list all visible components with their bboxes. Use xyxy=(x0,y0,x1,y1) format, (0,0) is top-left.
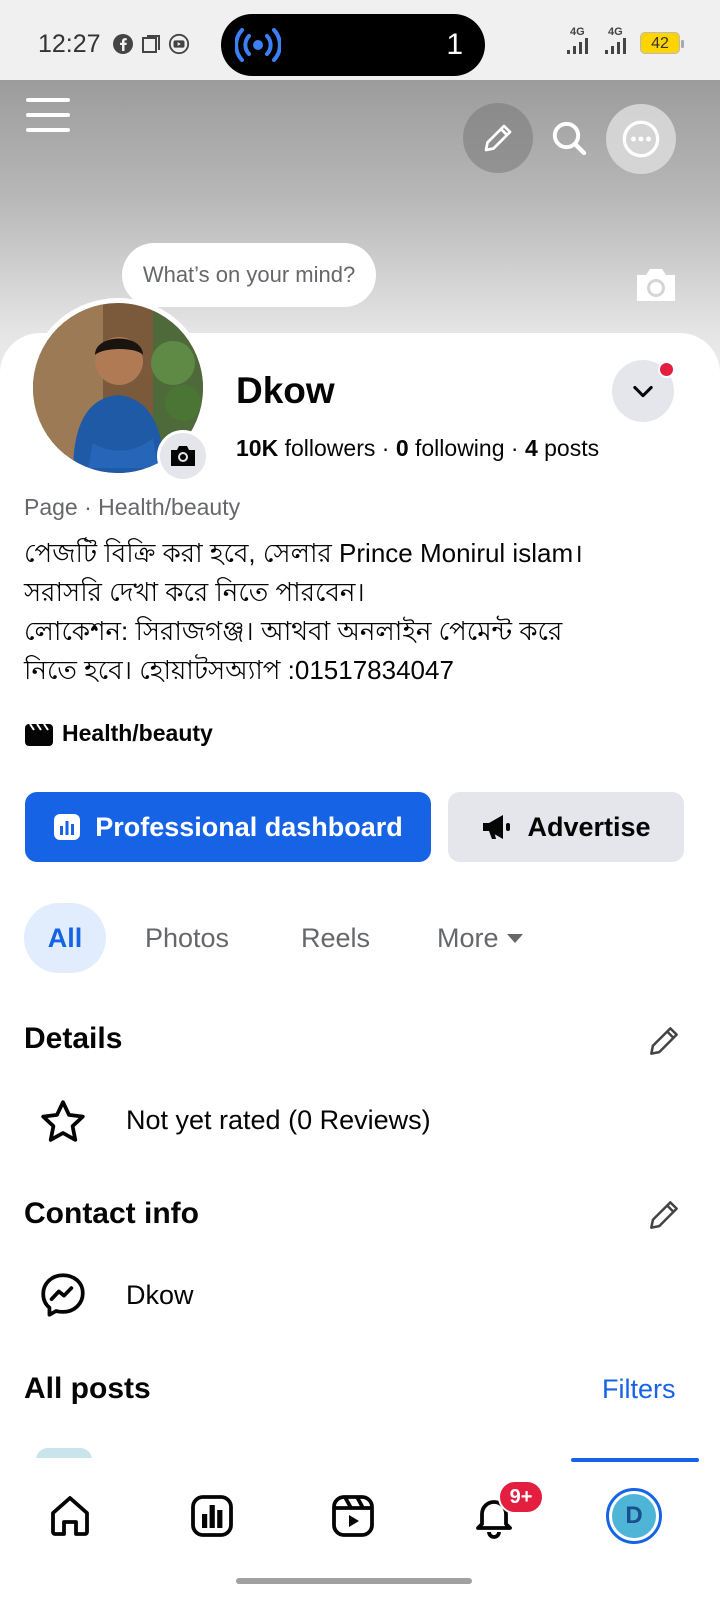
status-time: 12:27 xyxy=(38,30,101,58)
dashboard-icon xyxy=(54,814,81,840)
camera-icon xyxy=(171,446,195,466)
bio-line: নিতে হবে। হোয়াটসঅ্যাপ :01517834047 xyxy=(24,655,454,685)
copy-icon xyxy=(140,33,162,55)
signal-icon: 4G xyxy=(564,26,594,56)
followers-count[interactable]: 10K xyxy=(236,435,278,461)
all-posts-title: All posts xyxy=(24,1372,151,1405)
page-stats: 10K followers · 0 following · 4 posts xyxy=(236,435,599,462)
nav-profile[interactable]: D xyxy=(606,1488,662,1544)
island-count: 1 xyxy=(446,28,463,61)
edit-details-pencil-icon[interactable] xyxy=(645,1022,683,1065)
dynamic-island[interactable]: 1 xyxy=(221,14,485,76)
megaphone-icon xyxy=(483,815,511,839)
profile-avatar-small: D xyxy=(606,1488,662,1544)
youtube-icon xyxy=(168,33,190,55)
nav-home[interactable] xyxy=(42,1488,98,1544)
more-icon xyxy=(622,120,660,158)
professional-dashboard-button[interactable]: Professional dashboard xyxy=(25,792,431,862)
profile-initial: D xyxy=(612,1494,656,1538)
chevron-down-icon xyxy=(633,385,653,398)
facebook-icon xyxy=(112,33,134,55)
filters-link[interactable]: Filters xyxy=(602,1374,676,1405)
broadcast-icon xyxy=(235,28,281,62)
messenger-contact[interactable]: Dkow xyxy=(126,1280,194,1311)
page-name: Dkow xyxy=(236,370,335,411)
followers-label[interactable]: followers xyxy=(285,435,376,461)
home-icon xyxy=(51,1496,89,1536)
stats-separator: · xyxy=(381,435,390,461)
nav-reels[interactable] xyxy=(325,1488,381,1544)
advertise-button[interactable]: Advertise xyxy=(448,792,684,862)
rating-text: Not yet rated (0 Reviews) xyxy=(126,1105,431,1135)
reels-icon xyxy=(332,1495,374,1537)
tab-photos[interactable]: Photos xyxy=(145,903,229,973)
edit-button[interactable] xyxy=(463,103,533,173)
more-options-button[interactable] xyxy=(606,104,676,174)
notification-badge: 9+ xyxy=(498,1480,544,1514)
tab-more-label: More xyxy=(437,922,499,953)
home-indicator[interactable] xyxy=(236,1578,472,1584)
category-tag[interactable]: Health/beauty xyxy=(24,720,213,747)
page-category-line: Page · Health/beauty xyxy=(24,494,241,520)
clapperboard-icon xyxy=(25,722,53,746)
signal-icon: 4G xyxy=(602,26,632,56)
category-tag-label: Health/beauty xyxy=(62,720,213,746)
battery-icon: 42 xyxy=(640,32,684,54)
nav-professional-dashboard[interactable] xyxy=(184,1488,240,1544)
bio-line: সরাসরি দেখা করে নিতে পারবেন। xyxy=(24,577,365,607)
professional-dashboard-label: Professional dashboard xyxy=(95,811,403,842)
search-icon xyxy=(552,121,587,156)
tab-more[interactable]: More xyxy=(437,903,525,973)
following-count[interactable]: 0 xyxy=(396,435,409,461)
edit-contact-pencil-icon[interactable] xyxy=(645,1196,683,1239)
star-icon xyxy=(38,1097,88,1152)
advertise-label: Advertise xyxy=(527,811,651,842)
notification-dot xyxy=(658,361,675,378)
search-button[interactable] xyxy=(534,103,604,173)
tab-all[interactable]: All xyxy=(24,903,106,973)
cover-camera-icon[interactable] xyxy=(633,265,679,310)
posts-label: posts xyxy=(544,435,600,461)
thought-bubble[interactable]: What’s on your mind? xyxy=(122,243,376,307)
active-tab-indicator xyxy=(571,1458,699,1462)
details-title: Details xyxy=(24,1022,123,1055)
bio-line: পেজটি বিক্রি করা হবে, সেলার Prince Monir… xyxy=(24,538,583,568)
page-bio: পেজটি বিক্রি করা হবে, সেলার Prince Monir… xyxy=(24,534,704,690)
avatar-camera-button[interactable] xyxy=(157,430,209,482)
posts-count: 4 xyxy=(524,435,538,461)
tab-reels[interactable]: Reels xyxy=(301,903,370,973)
caret-down-icon xyxy=(506,934,523,943)
contact-info-title: Contact info xyxy=(24,1197,199,1230)
bio-line: লোকেশন: সিরাজগঞ্জ। আথবা অনলাইন পেমেন্ট ক… xyxy=(24,616,563,646)
status-bar: 12:27 1 4G 4G 42 xyxy=(0,0,720,80)
status-notification-icons xyxy=(112,33,190,55)
menu-button[interactable] xyxy=(26,98,70,138)
stats-separator: · xyxy=(510,435,519,461)
dashboard-icon xyxy=(191,1495,233,1537)
following-label[interactable]: following xyxy=(415,435,505,461)
pencil-icon xyxy=(484,124,512,152)
status-right: 4G 4G 42 xyxy=(564,26,684,56)
messenger-icon xyxy=(38,1270,88,1325)
